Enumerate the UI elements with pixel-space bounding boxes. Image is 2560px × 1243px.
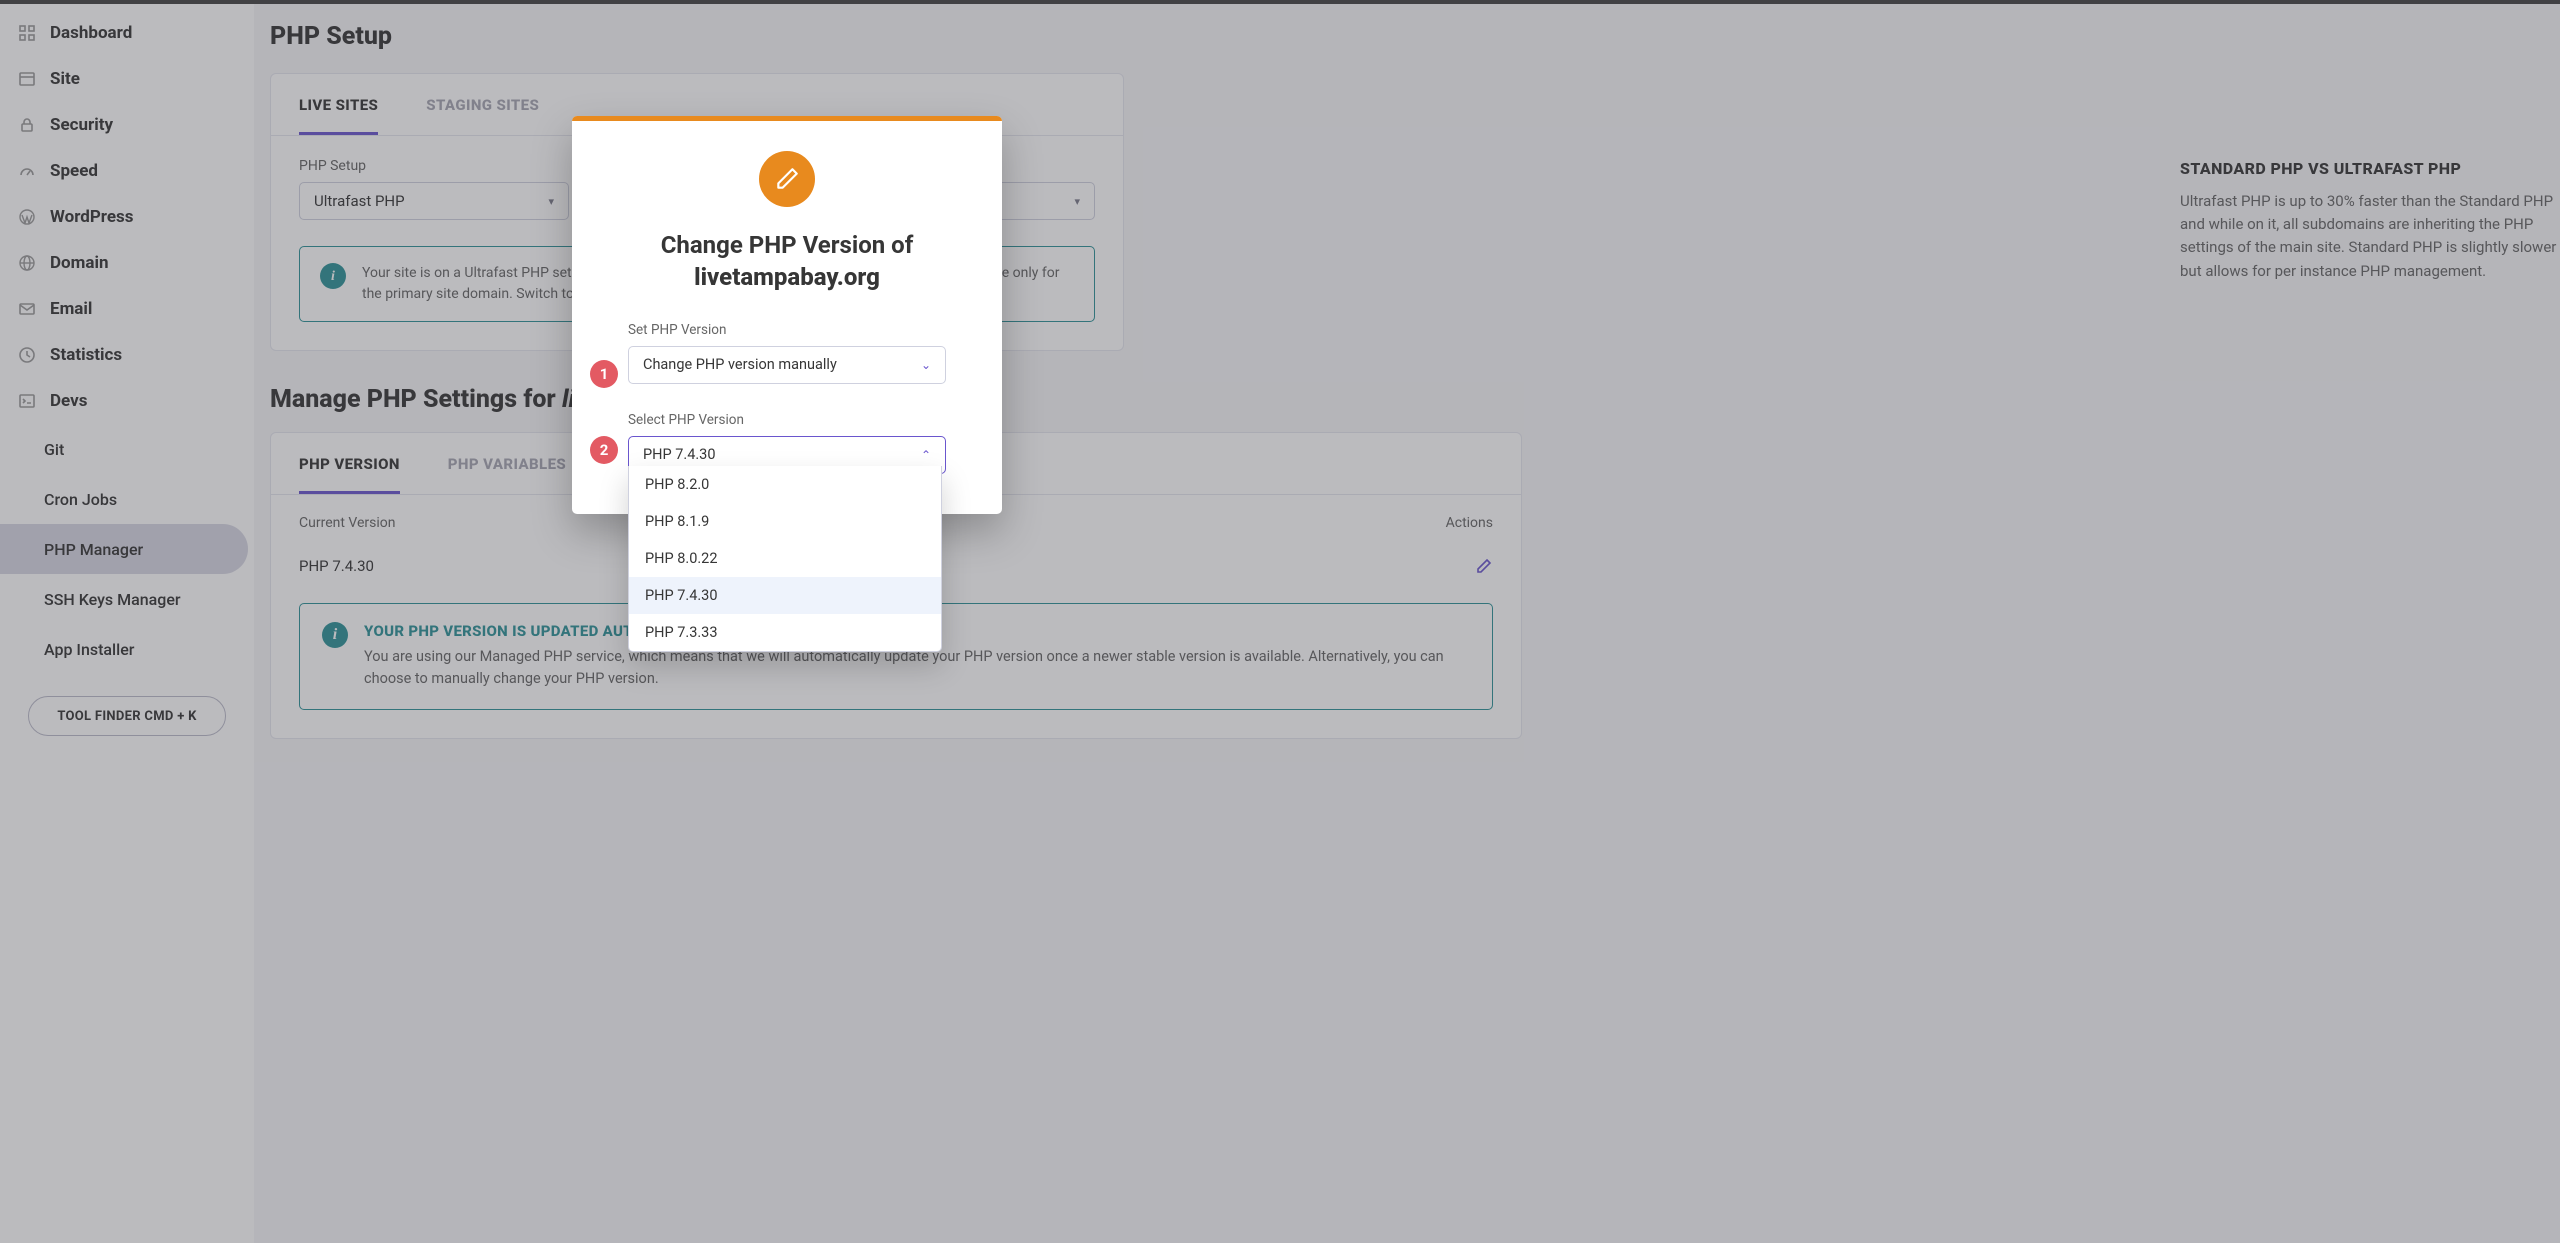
pencil-icon (759, 151, 815, 207)
modal-title-prefix: Change PHP Version of (661, 231, 914, 259)
modal-title: Change PHP Version of livetampabay.org (628, 229, 946, 294)
step-number: 1 (600, 365, 609, 383)
field-label: Select PHP Version (628, 412, 946, 428)
modal-title-domain: livetampabay.org (628, 261, 946, 293)
step-badge-2: 2 (590, 436, 618, 464)
set-php-version-select[interactable]: Change PHP version manually ⌄ (628, 346, 946, 384)
select-value: PHP 7.4.30 (643, 446, 715, 463)
step-badge-1: 1 (590, 360, 618, 388)
option-label: PHP 7.3.33 (645, 624, 717, 641)
option-label: PHP 8.0.22 (645, 550, 717, 567)
select-value: Change PHP version manually (643, 356, 837, 373)
select-php-version-field: Select PHP Version PHP 7.4.30 ⌃ (628, 412, 946, 474)
field-label: Set PHP Version (628, 322, 946, 338)
chevron-up-icon: ⌃ (921, 448, 931, 462)
change-php-version-modal: Change PHP Version of livetampabay.org S… (572, 116, 1002, 514)
php-version-option[interactable]: PHP 7.3.33 (629, 614, 941, 651)
set-php-version-field: Set PHP Version Change PHP version manua… (628, 322, 946, 384)
chevron-down-icon: ⌄ (921, 358, 931, 372)
php-version-option[interactable]: PHP 8.2.0 (629, 466, 941, 503)
php-version-option[interactable]: PHP 8.1.9 (629, 503, 941, 540)
app-background: Dashboard Site Security Speed WordPress … (0, 0, 2560, 1243)
option-label: PHP 8.2.0 (645, 476, 709, 493)
php-version-option-selected[interactable]: PHP 7.4.30 (629, 577, 941, 614)
option-label: PHP 7.4.30 (645, 587, 717, 604)
option-label: PHP 8.1.9 (645, 513, 709, 530)
modal-overlay[interactable] (0, 0, 2560, 1243)
php-version-option[interactable]: PHP 8.0.22 (629, 540, 941, 577)
php-version-dropdown: PHP 8.2.0 PHP 8.1.9 PHP 8.0.22 PHP 7.4.3… (628, 466, 942, 652)
step-number: 2 (600, 441, 609, 459)
